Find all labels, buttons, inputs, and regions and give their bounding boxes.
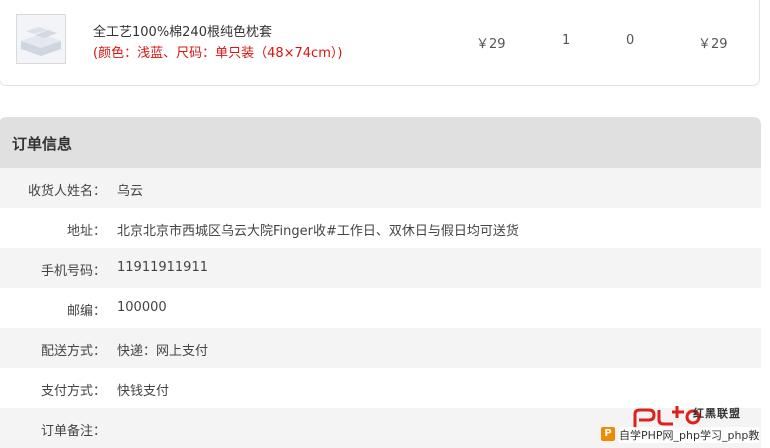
watermark-overlay: 红黑联盟 P 自学PHP网_php学习_php教 bbox=[599, 404, 770, 448]
order-remarks-label: 订单备注： bbox=[40, 424, 106, 439]
address-value: 北京北京市西城区乌云大院Finger收#工作日、双休日与假日均可送货 bbox=[117, 224, 519, 239]
phone-label: 手机号码： bbox=[40, 264, 106, 279]
order-confirmation-page: 全工艺100%棉240根纯色枕套 (颜色：浅蓝、尺码：单只装（48×74cm）)… bbox=[0, 0, 770, 448]
payment-method-label: 支付方式： bbox=[40, 384, 106, 399]
product-spec: (颜色：浅蓝、尺码：单只装（48×74cm）) bbox=[93, 46, 343, 61]
product-price: ￥29 bbox=[476, 37, 506, 52]
postcode-row: 邮编： 100000 bbox=[0, 288, 761, 328]
product-discount: 0 bbox=[626, 33, 635, 48]
product-subtotal: ￥29 bbox=[698, 37, 728, 52]
phone-row: 手机号码： 11911911911 bbox=[0, 248, 761, 288]
postcode-value: 100000 bbox=[117, 300, 167, 315]
payment-method-row: 支付方式： 快钱支付 bbox=[0, 368, 761, 408]
order-info-header: 订单信息 bbox=[0, 117, 761, 168]
watermark-caption: 自学PHP网_php学习_php教 bbox=[619, 427, 760, 443]
phone-value: 11911911911 bbox=[117, 260, 208, 275]
watermark-brand: 红黑联盟 bbox=[693, 407, 741, 420]
order-info-title: 订单信息 bbox=[12, 135, 73, 153]
product-thumbnail[interactable] bbox=[16, 14, 66, 64]
recipient-name-row: 收货人姓名： 乌云 bbox=[0, 168, 761, 208]
shipping-method-value: 快递：网上支付 bbox=[117, 344, 209, 359]
address-row: 地址： 北京北京市西城区乌云大院Finger收#工作日、双休日与假日均可送货 bbox=[0, 208, 761, 248]
shipping-method-row: 配送方式： 快递：网上支付 bbox=[0, 328, 761, 368]
postcode-label: 邮编： bbox=[66, 304, 106, 319]
order-info-panel: 订单信息 收货人姓名： 乌云 地址： 北京北京市西城区乌云大院Finger收#工… bbox=[0, 117, 761, 448]
product-quantity: 1 bbox=[562, 33, 571, 48]
recipient-name-value: 乌云 bbox=[117, 184, 144, 199]
product-name[interactable]: 全工艺100%棉240根纯色枕套 bbox=[93, 21, 272, 40]
p-logo-icon: P bbox=[601, 427, 615, 441]
pillowcase-icon bbox=[17, 15, 65, 63]
shipping-method-label: 配送方式： bbox=[40, 344, 106, 359]
address-label: 地址： bbox=[66, 224, 106, 239]
product-row: 全工艺100%棉240根纯色枕套 (颜色：浅蓝、尺码：单只装（48×74cm）)… bbox=[0, 0, 760, 86]
payment-method-value: 快钱支付 bbox=[117, 384, 170, 399]
recipient-name-label: 收货人姓名： bbox=[27, 184, 106, 199]
